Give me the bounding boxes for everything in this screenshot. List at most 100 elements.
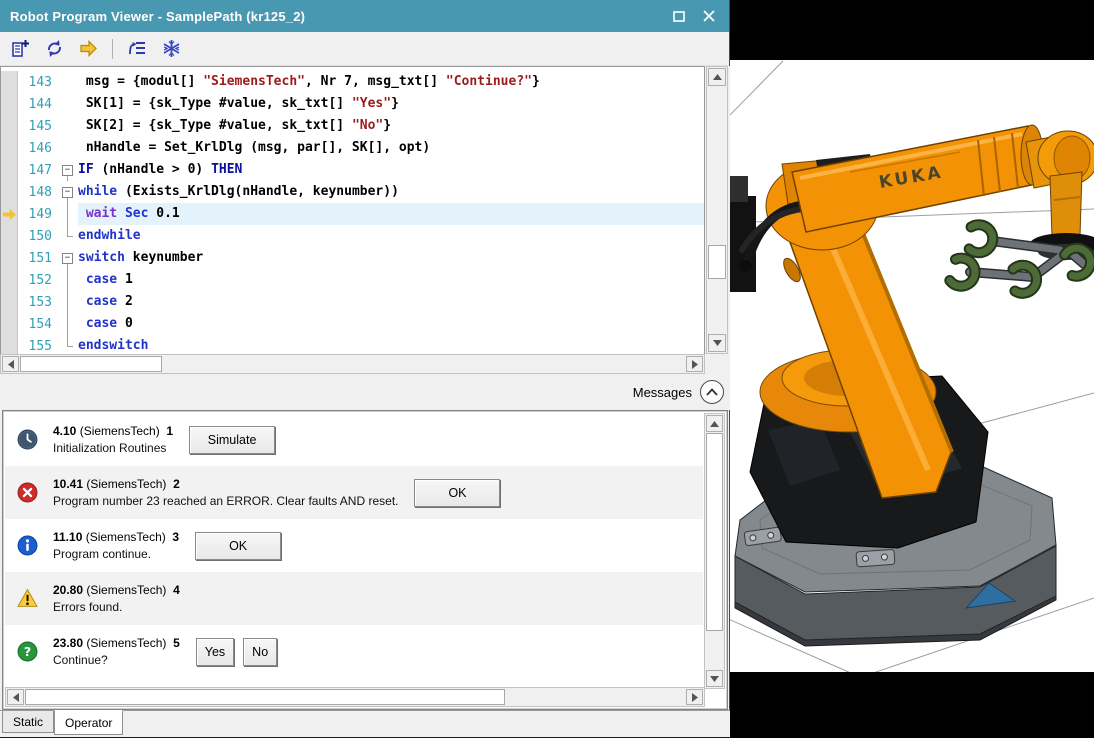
scroll-right-arrow-icon[interactable] (686, 689, 703, 705)
bottom-tabstrip: StaticOperator (0, 710, 730, 737)
code-line[interactable]: 147−IF (nHandle > 0) THEN (1, 159, 704, 181)
fold-collapse-icon[interactable]: − (58, 181, 78, 203)
message-row: 11.10 (SiemensTech) 3Program continue. OK (5, 519, 703, 572)
robot-program-viewer-window: Robot Program Viewer - SamplePath (kr125… (0, 0, 730, 738)
breakpoint-margin[interactable] (1, 181, 18, 203)
code-text: endswitch (78, 335, 704, 354)
breakpoint-margin[interactable] (1, 93, 18, 115)
scroll-thumb[interactable] (25, 689, 505, 705)
maximize-button[interactable] (671, 8, 687, 24)
fold-margin (58, 225, 78, 247)
refresh-icon[interactable] (42, 37, 66, 61)
simulate-button[interactable]: Simulate (189, 426, 275, 454)
add-program-icon[interactable] (8, 37, 32, 61)
fold-margin (58, 291, 78, 313)
code-text: endwhile (78, 225, 704, 247)
toolbar-separator (112, 39, 113, 59)
code-line[interactable]: 153 case 2 (1, 291, 704, 313)
scroll-thumb[interactable] (708, 245, 726, 279)
code-horizontal-scrollbar[interactable] (0, 354, 705, 374)
code-vertical-scrollbar[interactable] (706, 66, 728, 354)
line-number: 147 (18, 163, 58, 178)
line-number: 155 (18, 339, 58, 354)
code-line[interactable]: 151−switch keynumber (1, 247, 704, 269)
ok-button[interactable]: OK (195, 532, 281, 560)
close-button[interactable] (701, 8, 717, 24)
message-text: Errors found. (53, 600, 180, 614)
yes-button[interactable]: Yes (196, 638, 234, 666)
message-texts: 11.10 (SiemensTech) 3Program continue. (53, 530, 179, 561)
fold-margin (58, 137, 78, 159)
collapse-messages-button[interactable] (700, 380, 724, 404)
messages-horizontal-scrollbar[interactable] (5, 687, 705, 707)
titlebar[interactable]: Robot Program Viewer - SamplePath (kr125… (0, 0, 729, 32)
fold-collapse-icon[interactable]: − (58, 247, 78, 269)
breakpoint-margin[interactable] (1, 313, 18, 335)
code-line[interactable]: 150 endwhile (1, 225, 704, 247)
tab-static[interactable]: Static (2, 711, 54, 733)
robot-3d-viewport[interactable]: KUKA (730, 0, 1094, 738)
scroll-right-arrow-icon[interactable] (686, 356, 703, 372)
line-number: 143 (18, 75, 58, 90)
tab-operator[interactable]: Operator (54, 710, 123, 735)
message-buttons: OK (414, 479, 500, 507)
no-button[interactable]: No (243, 638, 277, 666)
line-number: 144 (18, 97, 58, 112)
goto-trace-icon[interactable] (125, 37, 149, 61)
code-line[interactable]: 144 SK[1] = {sk_Type #value, sk_txt[] "Y… (1, 93, 704, 115)
message-row: 20.80 (SiemensTech) 4 Errors found. (5, 572, 703, 625)
code-line[interactable]: 145 SK[2] = {sk_Type #value, sk_txt[] "N… (1, 115, 704, 137)
scroll-down-arrow-icon[interactable] (706, 670, 723, 687)
code-line[interactable]: 154 case 0 (1, 313, 704, 335)
execution-pointer-arrow-icon[interactable] (1, 203, 18, 225)
code-panel: 143 msg = {modul[] "SiemensTech", Nr 7, … (0, 66, 730, 374)
scroll-thumb[interactable] (706, 433, 723, 631)
line-number: 150 (18, 229, 58, 244)
freeze-snowflake-icon[interactable] (159, 37, 183, 61)
code-text: case 1 (78, 269, 704, 291)
code-text: SK[2] = {sk_Type #value, sk_txt[] "No"} (78, 115, 704, 137)
message-texts: 20.80 (SiemensTech) 4 Errors found. (53, 583, 180, 614)
scroll-left-arrow-icon[interactable] (2, 356, 19, 372)
warning-icon (17, 588, 38, 609)
breakpoint-margin[interactable] (1, 137, 18, 159)
letterbox-top (730, 0, 1094, 60)
gripper-tool (949, 224, 1094, 294)
step-arrow-icon[interactable] (76, 37, 100, 61)
code-text: IF (nHandle > 0) THEN (78, 159, 704, 181)
code-text: wait Sec 0.1 (78, 203, 704, 225)
message-code-line: 11.10 (SiemensTech) 3 (53, 530, 179, 544)
error-icon (17, 482, 38, 503)
code-line[interactable]: 148−while (Exists_KrlDlg(nHandle, keynum… (1, 181, 704, 203)
code-line[interactable]: 143 msg = {modul[] "SiemensTech", Nr 7, … (1, 71, 704, 93)
scroll-up-arrow-icon[interactable] (708, 68, 726, 86)
fold-margin (58, 335, 78, 354)
code-line[interactable]: 149 wait Sec 0.1 (1, 203, 704, 225)
code-line[interactable]: 152 case 1 (1, 269, 704, 291)
breakpoint-margin[interactable] (1, 71, 18, 93)
breakpoint-margin[interactable] (1, 269, 18, 291)
scroll-up-arrow-icon[interactable] (706, 415, 723, 432)
code-editor[interactable]: 143 msg = {modul[] "SiemensTech", Nr 7, … (0, 66, 705, 354)
breakpoint-margin[interactable] (1, 291, 18, 313)
breakpoint-margin[interactable] (1, 335, 18, 354)
fold-margin (58, 269, 78, 291)
ok-button[interactable]: OK (414, 479, 500, 507)
breakpoint-margin[interactable] (1, 115, 18, 137)
messages-label: Messages (633, 385, 692, 400)
breakpoint-margin[interactable] (1, 159, 18, 181)
breakpoint-margin[interactable] (1, 225, 18, 247)
line-number: 149 (18, 207, 58, 222)
code-line[interactable]: 155 endswitch (1, 335, 704, 354)
code-line[interactable]: 146 nHandle = Set_KrlDlg (msg, par[], SK… (1, 137, 704, 159)
scroll-down-arrow-icon[interactable] (708, 334, 726, 352)
breakpoint-margin[interactable] (1, 247, 18, 269)
message-text: Program number 23 reached an ERROR. Clea… (53, 494, 398, 508)
message-code-line: 23.80 (SiemensTech) 5 (53, 636, 180, 650)
messages-vertical-scrollbar[interactable] (704, 413, 725, 689)
question-icon (17, 641, 38, 662)
message-code-line: 20.80 (SiemensTech) 4 (53, 583, 180, 597)
fold-collapse-icon[interactable]: − (58, 159, 78, 181)
scroll-thumb[interactable] (20, 356, 162, 372)
scroll-left-arrow-icon[interactable] (7, 689, 24, 705)
